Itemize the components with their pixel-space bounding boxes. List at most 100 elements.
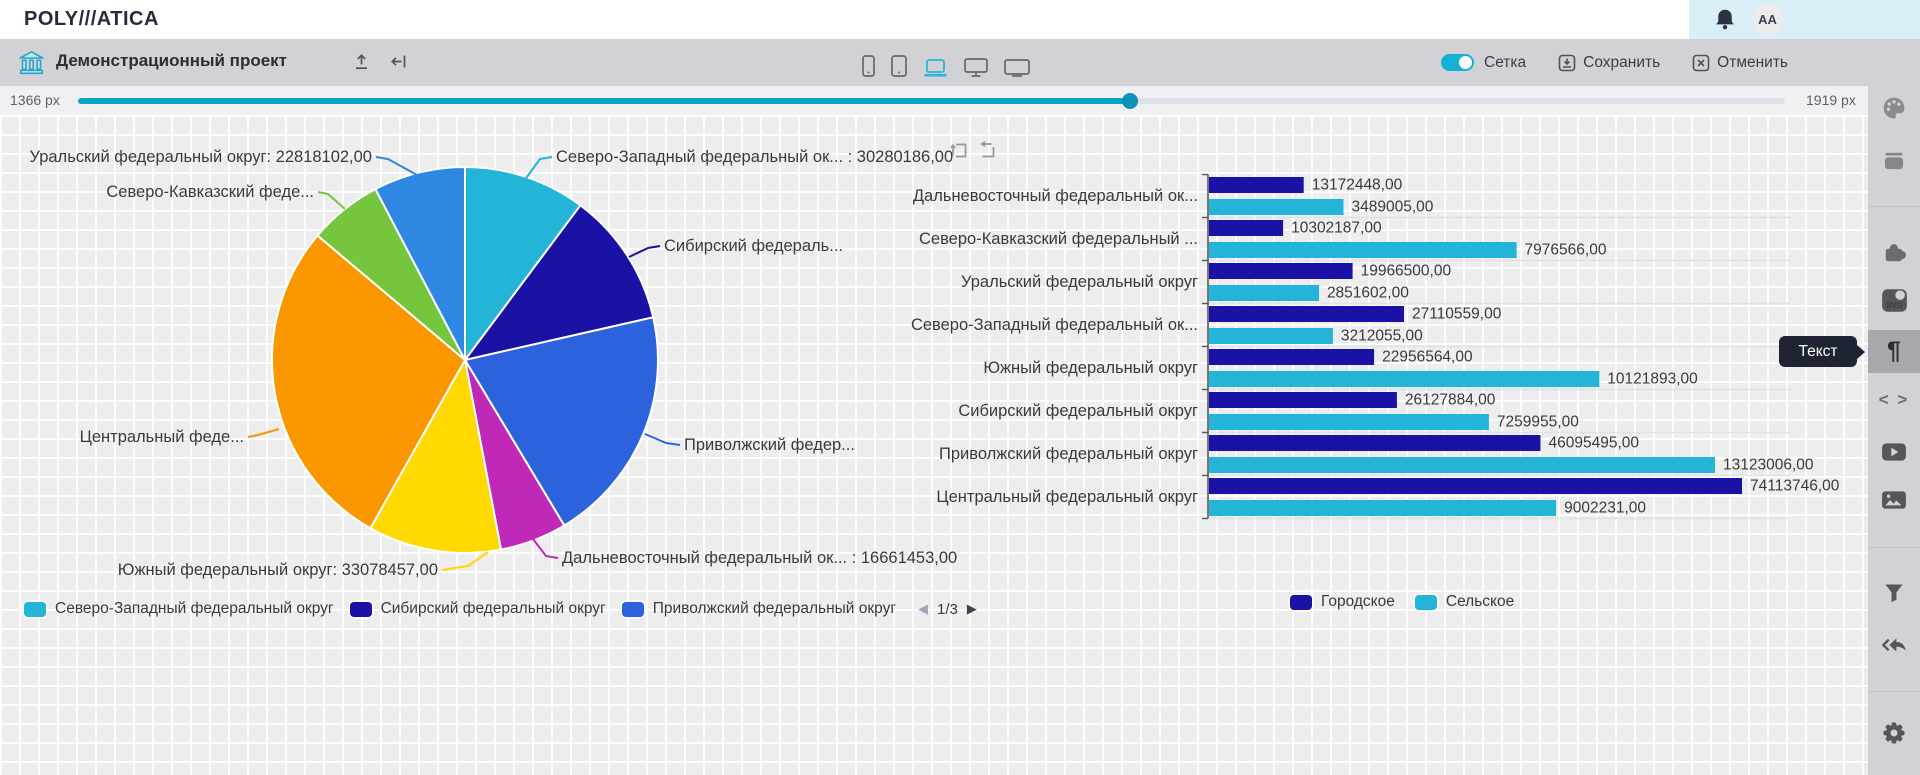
legend-next-icon[interactable]: ▶ bbox=[967, 601, 977, 617]
sidebar-item-svg[interactable]: SVG bbox=[1868, 278, 1920, 322]
gear-icon bbox=[1880, 719, 1908, 747]
save-button-label: Сохранить bbox=[1583, 54, 1660, 72]
widgets-sidebar: SVG ¶ < > bbox=[1868, 86, 1920, 775]
svg-widget-icon: SVG bbox=[1881, 288, 1908, 313]
sidebar-item-code[interactable]: < > bbox=[1868, 378, 1920, 422]
layout-width-slider-row: 1366 px 1919 px bbox=[0, 86, 1868, 115]
bar-urban[interactable] bbox=[1209, 263, 1353, 279]
save-button[interactable]: Сохранить bbox=[1558, 54, 1660, 72]
pie-legend: Северо-Западный федеральный округ Сибирск… bbox=[24, 600, 977, 618]
sidebar-item-palette[interactable] bbox=[1868, 86, 1920, 130]
sidebar-item-settings[interactable] bbox=[1868, 711, 1920, 755]
legend-item[interactable]: Приволжский федеральный округ bbox=[622, 600, 896, 618]
device-widescreen-icon[interactable] bbox=[1004, 59, 1030, 77]
slider-min-label: 1366 px bbox=[10, 92, 60, 108]
bar-rural[interactable] bbox=[1209, 199, 1344, 215]
bar-category-label: Дальневосточный федеральный ок... bbox=[913, 187, 1198, 205]
cancel-button[interactable]: Отменить bbox=[1692, 54, 1788, 72]
sidebar-item-filter[interactable] bbox=[1868, 571, 1920, 615]
zoom-selection-icon[interactable] bbox=[950, 141, 969, 160]
bar-value-label: 3489005,00 bbox=[1352, 199, 1434, 216]
slider-knob[interactable] bbox=[1122, 93, 1138, 109]
sidebar-divider bbox=[1868, 547, 1920, 548]
bar-category-label: Центральный федеральный округ bbox=[936, 488, 1198, 506]
legend-swatch bbox=[1290, 595, 1312, 610]
grid-toggle-label: Сетка bbox=[1484, 54, 1526, 72]
bar-urban[interactable] bbox=[1209, 220, 1283, 236]
polymatica-logo: POLY///ATICA bbox=[24, 8, 159, 31]
bar-chart: Дальневосточный федеральный ок... 1317244… bbox=[0, 115, 1868, 585]
svg-text:SVG: SVG bbox=[1886, 300, 1903, 309]
device-desktop-icon[interactable] bbox=[964, 58, 988, 77]
sidebar-item-text[interactable]: ¶ bbox=[1868, 330, 1920, 373]
bar-value-label: 3212055,00 bbox=[1341, 328, 1423, 345]
code-icon: < > bbox=[1879, 390, 1910, 410]
sidebar-item-widgets[interactable] bbox=[1868, 138, 1920, 182]
bar-value-label: 19966500,00 bbox=[1361, 263, 1452, 280]
bar-rural[interactable] bbox=[1209, 371, 1599, 387]
sidebar-item-video[interactable] bbox=[1868, 430, 1920, 474]
legend-swatch bbox=[1415, 595, 1437, 610]
collapse-left-icon[interactable] bbox=[390, 52, 409, 76]
bar-urban[interactable] bbox=[1209, 392, 1397, 408]
legend-item[interactable]: Городское bbox=[1290, 593, 1395, 611]
legend-label: Приволжский федеральный округ bbox=[653, 600, 896, 618]
top-header: POLY///ATICA AA bbox=[0, 0, 1920, 39]
bar-rural[interactable] bbox=[1209, 457, 1715, 473]
avatar[interactable]: AA bbox=[1752, 4, 1783, 35]
dashboard-canvas[interactable]: Северо-Западный федеральный ок... : 3028… bbox=[0, 115, 1868, 775]
bar-value-label: 2851602,00 bbox=[1327, 285, 1409, 302]
bar-value-label: 13172448,00 bbox=[1312, 177, 1403, 194]
bar-value-label: 22956564,00 bbox=[1382, 349, 1473, 366]
sidebar-tooltip: Текст bbox=[1779, 336, 1857, 367]
bar-category-label: Южный федеральный округ bbox=[983, 359, 1198, 377]
bar-value-label: 26127884,00 bbox=[1405, 392, 1496, 409]
bar-value-label: 27110559,00 bbox=[1412, 306, 1502, 323]
legend-swatch bbox=[350, 602, 372, 617]
legend-item[interactable]: Северо-Западный федеральный округ bbox=[24, 600, 334, 618]
bar-urban[interactable] bbox=[1209, 177, 1304, 193]
bar-urban[interactable] bbox=[1209, 349, 1374, 365]
sidebar-item-undo[interactable] bbox=[1868, 623, 1920, 667]
sidebar-item-image[interactable] bbox=[1868, 478, 1920, 522]
image-icon bbox=[1881, 490, 1907, 510]
grid-toggle[interactable] bbox=[1441, 54, 1474, 71]
bar-rural[interactable] bbox=[1209, 328, 1333, 344]
notifications-bell-icon[interactable] bbox=[1712, 7, 1738, 33]
device-smartphone-icon[interactable] bbox=[862, 55, 875, 77]
polymatica-app: POLY///ATICA AA Демонстрационный проект bbox=[0, 0, 1920, 775]
bar-rural[interactable] bbox=[1209, 500, 1556, 516]
sidebar-divider bbox=[1868, 691, 1920, 692]
bar-urban[interactable] bbox=[1209, 306, 1404, 322]
legend-swatch bbox=[622, 602, 644, 617]
bar-value-label: 7976566,00 bbox=[1525, 242, 1607, 259]
sidebar-item-puzzle[interactable] bbox=[1868, 230, 1920, 274]
bar-value-label: 10302187,00 bbox=[1291, 220, 1382, 237]
device-laptop-icon[interactable] bbox=[923, 59, 948, 77]
bar-category-label: Северо-Западный федеральный ок... bbox=[911, 316, 1198, 334]
reset-zoom-icon[interactable] bbox=[978, 141, 997, 160]
widgets-tray-icon bbox=[1881, 147, 1907, 173]
bar-urban[interactable] bbox=[1209, 478, 1742, 494]
legend-item[interactable]: Сибирский федеральный округ bbox=[350, 600, 606, 618]
cancel-button-label: Отменить bbox=[1717, 54, 1788, 72]
undo-icon bbox=[1881, 634, 1907, 656]
device-tablet-icon[interactable] bbox=[891, 55, 907, 77]
slider-fill bbox=[78, 98, 1129, 104]
device-mode-switcher bbox=[862, 47, 1030, 77]
project-title: Демонстрационный проект bbox=[56, 51, 287, 71]
palette-icon bbox=[1881, 95, 1907, 121]
bar-rural[interactable] bbox=[1209, 285, 1319, 301]
layout-width-slider[interactable] bbox=[78, 98, 1785, 104]
legend-prev-icon[interactable]: ◀ bbox=[918, 601, 928, 617]
bar-rural[interactable] bbox=[1209, 414, 1489, 430]
bar-rural[interactable] bbox=[1209, 242, 1517, 258]
pie-legend-pager: ◀1/3▶ bbox=[918, 601, 977, 618]
text-pilcrow-icon: ¶ bbox=[1887, 339, 1901, 364]
bar-urban[interactable] bbox=[1209, 435, 1541, 451]
bar-value-label: 10121893,00 bbox=[1607, 371, 1698, 388]
legend-item[interactable]: Сельское bbox=[1415, 593, 1514, 611]
export-icon[interactable] bbox=[352, 52, 371, 76]
bar-category-label: Сибирский федеральный округ bbox=[958, 402, 1198, 420]
bar-category-label: Уральский федеральный округ bbox=[961, 273, 1198, 291]
